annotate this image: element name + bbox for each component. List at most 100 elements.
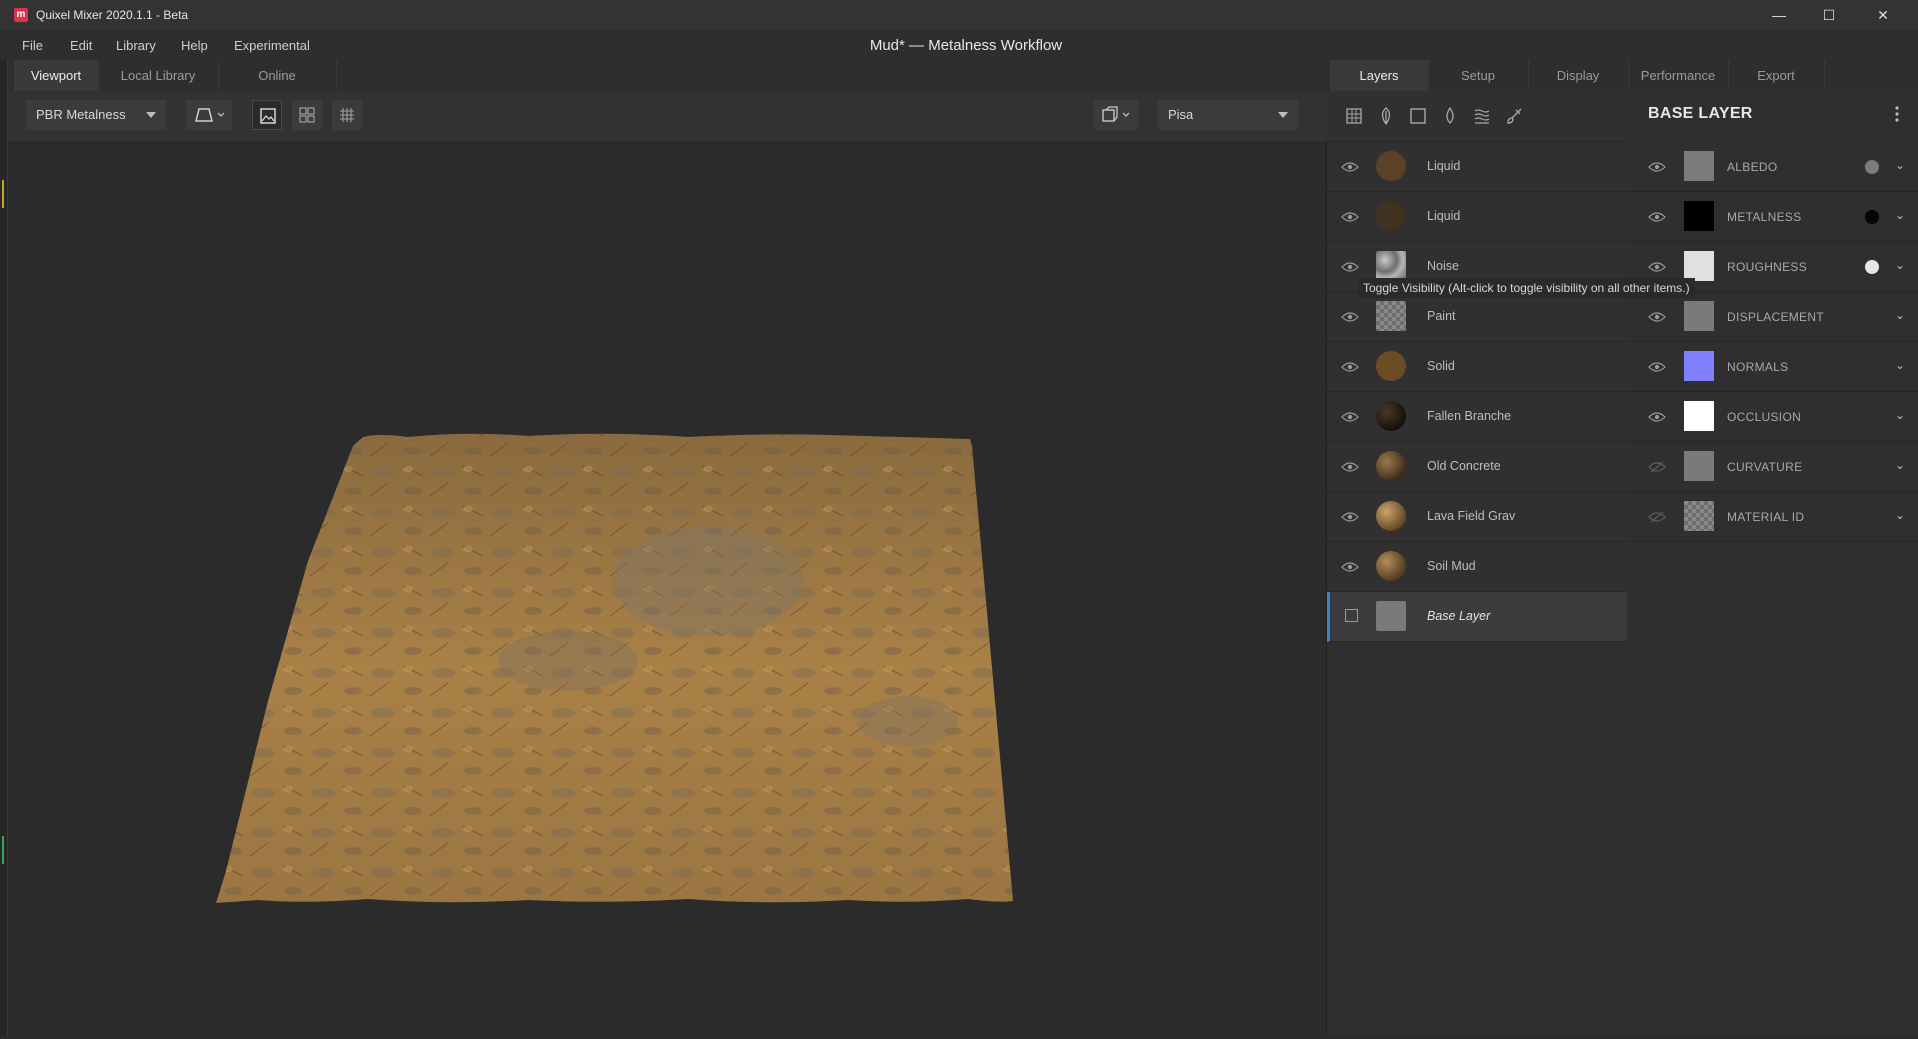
eye-icon[interactable] [1341, 461, 1359, 473]
quad-view-button[interactable] [292, 100, 322, 130]
render-mode-dropdown[interactable]: PBR Metalness [26, 100, 166, 130]
channel-swatch[interactable] [1684, 301, 1714, 331]
eye-hidden-icon[interactable] [1648, 511, 1666, 523]
solid-layer-icon[interactable] [1408, 106, 1428, 126]
surface-layer-icon[interactable] [1344, 106, 1364, 126]
layer-row[interactable]: Old Concrete [1327, 442, 1626, 492]
leaf-icon[interactable] [1376, 106, 1396, 126]
grid-toggle-button[interactable] [332, 100, 362, 130]
tab-online[interactable]: Online [218, 60, 337, 91]
color-dot[interactable] [1865, 160, 1879, 174]
liquid-drop-icon[interactable] [1440, 106, 1460, 126]
channel-swatch[interactable] [1684, 401, 1714, 431]
environment-dropdown[interactable]: Pisa [1158, 100, 1298, 130]
eye-icon[interactable] [1341, 411, 1359, 423]
channel-label: MATERIAL ID [1727, 510, 1805, 524]
tab-layers[interactable]: Layers [1330, 60, 1429, 91]
channel-swatch[interactable] [1684, 151, 1714, 181]
tab-performance[interactable]: Performance [1628, 60, 1729, 91]
chevron-down-icon[interactable]: ⌄ [1895, 258, 1905, 272]
layer-row[interactable]: Lava Field Grav [1327, 492, 1626, 542]
eye-icon[interactable] [1341, 311, 1359, 323]
layer-thumbnail [1376, 551, 1406, 581]
channel-swatch[interactable] [1684, 201, 1714, 231]
eye-icon[interactable] [1648, 311, 1666, 323]
visibility-checkbox[interactable] [1345, 609, 1358, 622]
layer-row[interactable]: Soil Mud [1327, 542, 1626, 592]
channel-swatch[interactable] [1684, 351, 1714, 381]
channel-row-material-id[interactable]: MATERIAL ID ⌄ [1627, 492, 1918, 542]
layer-name: Solid [1427, 359, 1455, 373]
layer-name: Soil Mud [1427, 559, 1476, 573]
layer-name: Old Concrete [1427, 459, 1501, 473]
eye-icon[interactable] [1341, 511, 1359, 523]
tab-viewport[interactable]: Viewport [14, 60, 99, 91]
layer-thumbnail [1376, 151, 1406, 181]
chevron-down-icon [146, 112, 156, 118]
eye-icon[interactable] [1648, 411, 1666, 423]
more-options-icon[interactable] [1894, 104, 1900, 124]
visibility-tooltip: Toggle Visibility (Alt-click to toggle v… [1358, 278, 1695, 298]
eye-icon[interactable] [1341, 211, 1359, 223]
layer-thumbnail [1376, 501, 1406, 531]
maximize-button[interactable]: ☐ [1806, 0, 1852, 30]
chevron-down-icon[interactable]: ⌄ [1895, 508, 1905, 522]
channel-label: CURVATURE [1727, 460, 1803, 474]
eye-icon[interactable] [1341, 361, 1359, 373]
noise-waves-icon[interactable] [1472, 106, 1492, 126]
tab-local-library[interactable]: Local Library [98, 60, 219, 91]
eye-icon[interactable] [1341, 161, 1359, 173]
eye-icon[interactable] [1648, 261, 1666, 273]
display-mode-button[interactable] [1094, 100, 1138, 130]
layer-name: Paint [1427, 309, 1456, 323]
layer-thumbnail [1376, 201, 1406, 231]
puddle [613, 526, 803, 636]
close-window-button[interactable]: ✕ [1860, 0, 1906, 30]
layer-thumbnail [1376, 601, 1406, 631]
chevron-down-icon[interactable]: ⌄ [1895, 308, 1905, 322]
tab-setup[interactable]: Setup [1428, 60, 1529, 91]
channel-swatch[interactable] [1684, 251, 1714, 281]
eye-icon[interactable] [1648, 211, 1666, 223]
channel-swatch[interactable] [1684, 451, 1714, 481]
layer-name: Lava Field Grav [1427, 509, 1516, 523]
chevron-down-icon[interactable]: ⌄ [1895, 208, 1905, 222]
layer-row[interactable]: Liquid [1327, 142, 1626, 192]
tab-export[interactable]: Export [1728, 60, 1825, 91]
channel-swatch[interactable] [1684, 501, 1714, 531]
layer-thumbnail [1376, 351, 1406, 381]
channel-row-metalness[interactable]: METALNESS ⌄ [1627, 192, 1918, 242]
chevron-down-icon[interactable]: ⌄ [1895, 408, 1905, 422]
chevron-down-icon[interactable]: ⌄ [1895, 358, 1905, 372]
eye-hidden-icon[interactable] [1648, 461, 1666, 473]
layer-row-selected[interactable]: Base Layer [1327, 592, 1629, 642]
eye-icon[interactable] [1648, 161, 1666, 173]
terrain-preview[interactable] [8, 141, 1326, 1036]
image-icon [260, 108, 276, 124]
eye-icon[interactable] [1341, 261, 1359, 273]
tab-display[interactable]: Display [1528, 60, 1629, 91]
color-dot[interactable] [1865, 210, 1879, 224]
channel-row-displacement[interactable]: DISPLACEMENT ⌄ [1627, 292, 1918, 342]
layer-row[interactable]: Paint [1327, 292, 1626, 342]
layer-row[interactable]: Solid [1327, 342, 1626, 392]
layer-name: Noise [1427, 259, 1459, 273]
paint-brush-icon[interactable] [1504, 106, 1524, 126]
quixel-logo-icon: m [14, 8, 28, 22]
chevron-down-icon[interactable]: ⌄ [1895, 158, 1905, 172]
channel-row-occlusion[interactable]: OCCLUSION ⌄ [1627, 392, 1918, 442]
chevron-down-icon[interactable]: ⌄ [1895, 458, 1905, 472]
eye-icon[interactable] [1648, 361, 1666, 373]
eye-icon[interactable] [1341, 561, 1359, 573]
layer-row[interactable]: Fallen Branche [1327, 392, 1626, 442]
channel-row-curvature[interactable]: CURVATURE ⌄ [1627, 442, 1918, 492]
camera-projection-button[interactable] [186, 100, 232, 130]
color-dot[interactable] [1865, 260, 1879, 274]
viewport-canvas[interactable] [8, 141, 1326, 1036]
single-view-button[interactable] [252, 100, 282, 130]
channel-label: OCCLUSION [1727, 410, 1802, 424]
layer-row[interactable]: Liquid [1327, 192, 1626, 242]
channel-row-albedo[interactable]: ALBEDO ⌄ [1627, 142, 1918, 192]
channel-row-normals[interactable]: NORMALS ⌄ [1627, 342, 1918, 392]
minimize-button[interactable]: — [1756, 0, 1802, 30]
